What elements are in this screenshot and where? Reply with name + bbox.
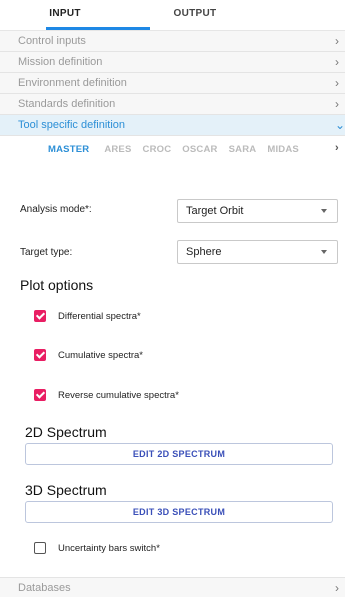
subtab-sara[interactable]: SARA [229, 144, 257, 155]
target-type-select[interactable]: Sphere [177, 240, 338, 264]
accordion-control-inputs[interactable]: Control inputs › [0, 31, 345, 52]
checkbox-checked-icon[interactable] [34, 389, 46, 401]
subtab-croc[interactable]: CROC [143, 144, 172, 155]
analysis-mode-value: Target Orbit [186, 205, 244, 217]
accordion-standards-definition[interactable]: Standards definition › [0, 94, 345, 115]
checkbox-label: Uncertainty bars switch* [58, 542, 160, 554]
accordion-label: Control inputs [18, 35, 86, 47]
accordion: Control inputs › Mission definition › En… [0, 31, 345, 136]
2d-spectrum-title: 2D Spectrum [25, 424, 107, 440]
accordion-label: Tool specific definition [18, 119, 126, 131]
target-type-value: Sphere [186, 246, 222, 258]
cumulative-spectra-checkbox[interactable]: Cumulative spectra* [34, 348, 143, 362]
plot-options-title: Plot options [20, 277, 94, 293]
checkbox-checked-icon[interactable] [34, 349, 46, 361]
chevron-right-icon[interactable]: › [335, 142, 345, 154]
checkbox-label: Differential spectra* [58, 310, 141, 322]
subtab-ares[interactable]: ARES [104, 144, 131, 155]
dropdown-caret-icon [321, 209, 327, 213]
subtab-midas[interactable]: MIDAS [267, 144, 299, 155]
accordion-tool-specific-definition[interactable]: Tool specific definition ⌄ [0, 115, 345, 136]
chevron-right-icon: › [335, 55, 339, 69]
edit-3d-spectrum-button[interactable]: EDIT 3D SPECTRUM [25, 501, 333, 523]
dropdown-caret-icon [321, 250, 327, 254]
chevron-down-icon: ⌄ [335, 118, 345, 132]
target-type-label: Target type: [20, 247, 73, 258]
tab-input[interactable]: INPUT [0, 0, 130, 30]
accordion-databases[interactable]: Databases › [0, 577, 345, 597]
accordion-label: Mission definition [18, 56, 103, 68]
analysis-mode-select[interactable]: Target Orbit [177, 199, 338, 223]
uncertainty-bars-checkbox[interactable]: Uncertainty bars switch* [34, 541, 160, 555]
subtab-oscar[interactable]: OSCAR [182, 144, 217, 155]
accordion-label: Environment definition [18, 77, 127, 89]
accordion-label: Standards definition [18, 98, 116, 110]
active-tab-indicator [46, 27, 150, 30]
chevron-right-icon: › [335, 581, 339, 595]
accordion-label: Databases [18, 582, 71, 594]
subtab-master[interactable]: MASTER [48, 144, 89, 155]
chevron-right-icon: › [335, 76, 339, 90]
chevron-right-icon: › [335, 34, 339, 48]
checkbox-unchecked-icon[interactable] [34, 542, 46, 554]
accordion-mission-definition[interactable]: Mission definition › [0, 52, 345, 73]
reverse-cumulative-spectra-checkbox[interactable]: Reverse cumulative spectra* [34, 388, 179, 402]
checkbox-checked-icon[interactable] [34, 310, 46, 322]
checkbox-label: Cumulative spectra* [58, 349, 144, 361]
tool-subtabs: MASTER ARES CROC OSCAR SARA MIDAS › [0, 136, 345, 162]
checkbox-label: Reverse cumulative spectra* [58, 389, 179, 401]
analysis-mode-label: Analysis mode*: [20, 204, 92, 215]
differential-spectra-checkbox[interactable]: Differential spectra* [34, 309, 141, 323]
accordion-environment-definition[interactable]: Environment definition › [0, 73, 345, 94]
tab-output[interactable]: OUTPUT [130, 0, 260, 30]
chevron-right-icon: › [335, 97, 339, 111]
edit-2d-spectrum-button[interactable]: EDIT 2D SPECTRUM [25, 443, 333, 465]
3d-spectrum-title: 3D Spectrum [25, 482, 107, 498]
main-tabs: INPUT OUTPUT [0, 0, 345, 31]
